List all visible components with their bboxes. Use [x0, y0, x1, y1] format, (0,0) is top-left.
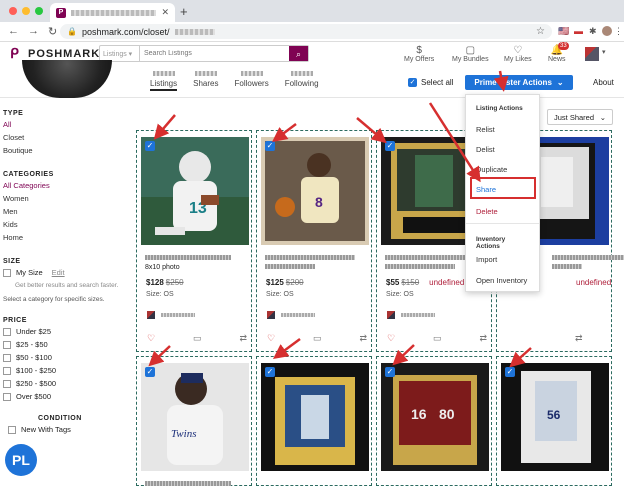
- arrow-icon: [272, 123, 297, 142]
- arrow-icon: [153, 114, 176, 140]
- annotation-arrows: [148, 70, 532, 368]
- arrow-icon: [493, 70, 509, 92]
- arrow-icon: [356, 117, 387, 144]
- arrow-icon: [148, 345, 171, 367]
- arrow-icon: [428, 102, 481, 183]
- arrow-icon: [392, 344, 415, 366]
- arrow-icon: [272, 337, 301, 359]
- arrow-icon: [509, 347, 532, 368]
